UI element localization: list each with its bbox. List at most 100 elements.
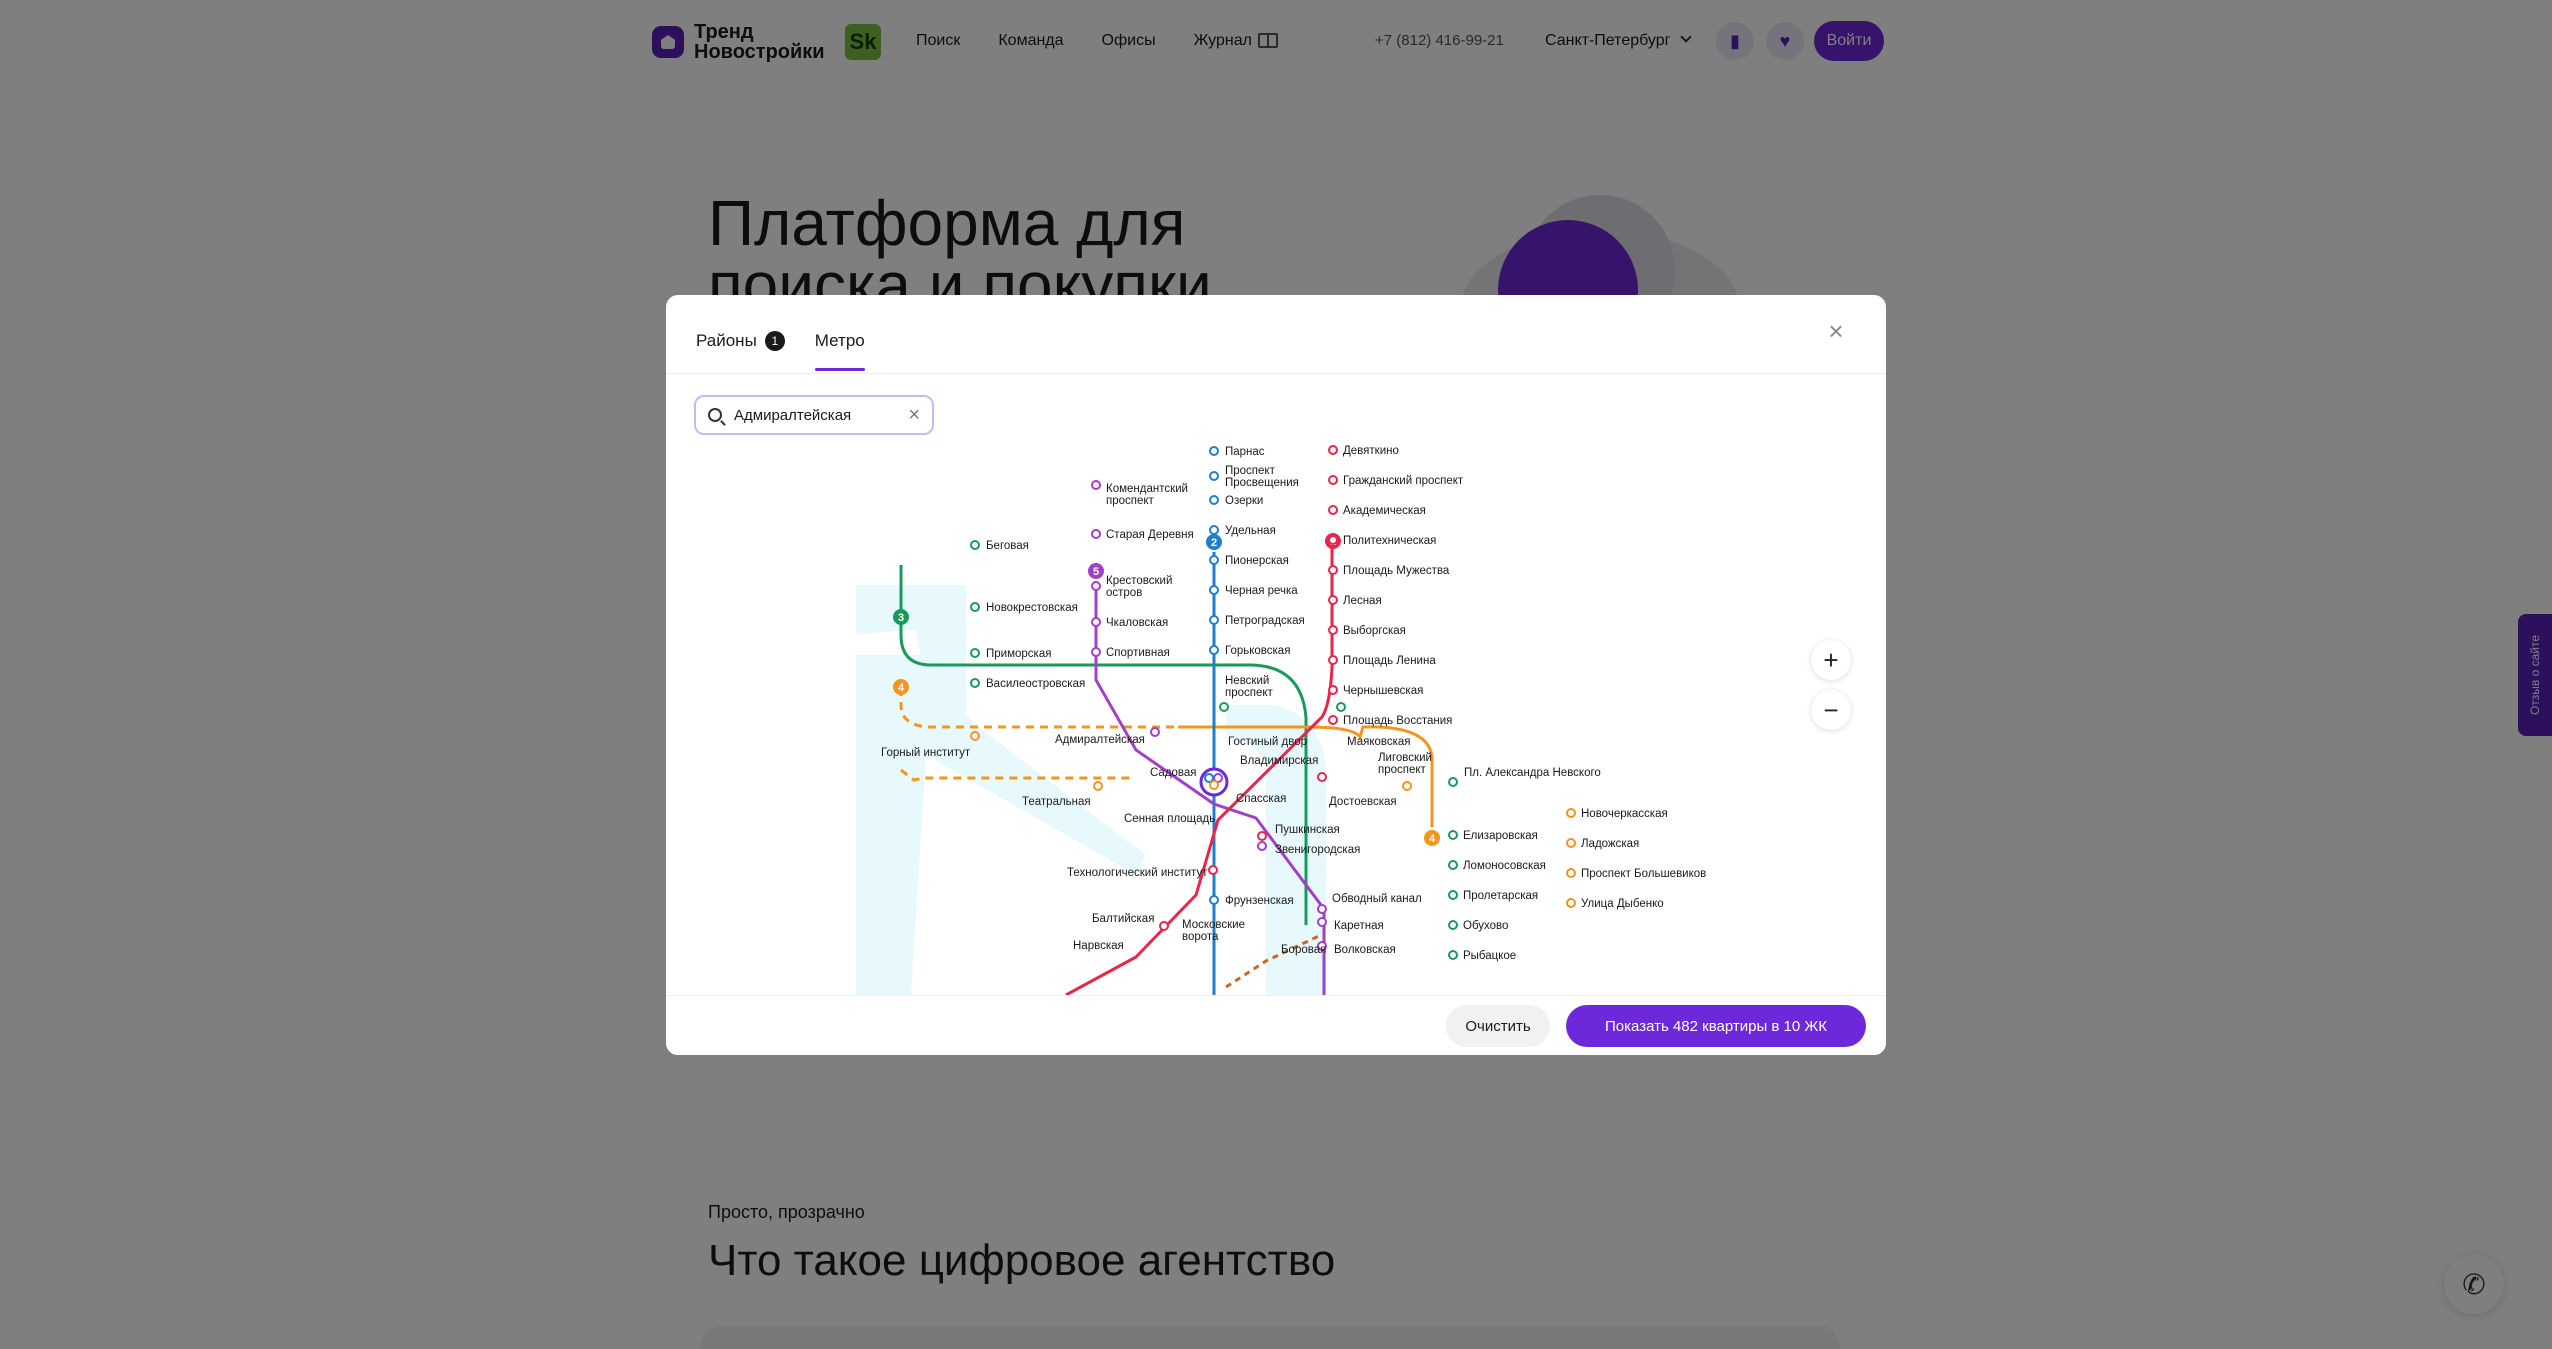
station-label[interactable]: Лиговский	[1378, 752, 1432, 764]
station-dot[interactable]	[1566, 838, 1576, 848]
station-label[interactable]: Старая Деревня	[1106, 529, 1194, 541]
metro-map[interactable]: 2 1 5 3 4 4 ПарнасПроспектПросвещенияОзе…	[666, 375, 1886, 995]
station-dot[interactable]	[1209, 446, 1219, 456]
station-label[interactable]: Петроградская	[1225, 615, 1305, 627]
station-dot[interactable]	[1219, 702, 1229, 712]
station-dot[interactable]	[1209, 645, 1219, 655]
station-label[interactable]: остров	[1106, 587, 1142, 599]
station-label[interactable]: Академическая	[1343, 505, 1426, 517]
station-label[interactable]: Девяткино	[1343, 445, 1399, 457]
close-icon[interactable]: ×	[1826, 318, 1846, 344]
station-dot[interactable]	[1209, 471, 1219, 481]
station-label[interactable]: Ломоносовская	[1463, 860, 1546, 872]
station-dot[interactable]	[1328, 445, 1338, 455]
station-dot[interactable]	[1091, 480, 1101, 490]
station-label[interactable]: Лесная	[1343, 595, 1382, 607]
metro-search-input[interactable]: Адмиралтейская	[734, 407, 908, 424]
station-dot[interactable]	[1150, 727, 1160, 737]
station-label[interactable]: Крестовский	[1106, 575, 1172, 587]
station-dot[interactable]	[1402, 781, 1412, 791]
station-dot[interactable]	[1091, 581, 1101, 591]
station-dot[interactable]	[1209, 895, 1219, 905]
station-dot[interactable]	[970, 678, 980, 688]
station-label[interactable]: Боровая	[1281, 944, 1326, 956]
station-label[interactable]: Каретная	[1334, 920, 1384, 932]
station-label[interactable]: Технологический институт	[1067, 867, 1208, 879]
station-label[interactable]: Парнас	[1225, 446, 1265, 458]
sennaya-hub-selected[interactable]	[1199, 767, 1229, 797]
tab-metro[interactable]: Метро	[814, 331, 865, 371]
station-label[interactable]: Горный институт	[881, 747, 971, 759]
clear-search-icon[interactable]: ×	[908, 404, 920, 427]
station-dot[interactable]	[1336, 702, 1346, 712]
station-label[interactable]: Черная речка	[1225, 585, 1298, 597]
station-label[interactable]: Улица Дыбенко	[1581, 898, 1664, 910]
station-dot[interactable]	[1317, 904, 1327, 914]
station-label[interactable]: проспект	[1225, 687, 1274, 699]
station-dot[interactable]	[1328, 565, 1338, 575]
station-label[interactable]: ворота	[1182, 931, 1219, 943]
station-dot[interactable]	[1159, 921, 1169, 931]
station-dot[interactable]	[1209, 555, 1219, 565]
station-label[interactable]: Новочеркасская	[1581, 808, 1668, 820]
station-label[interactable]: Обводный канал	[1332, 893, 1422, 905]
station-dot[interactable]	[1566, 898, 1576, 908]
station-label[interactable]: Выборгская	[1343, 625, 1406, 637]
station-dot[interactable]	[1448, 777, 1458, 787]
station-label[interactable]: Театральная	[1022, 796, 1091, 808]
station-dot[interactable]	[1448, 950, 1458, 960]
station-label[interactable]: Ладожская	[1581, 838, 1639, 850]
station-label[interactable]: Невский	[1225, 675, 1269, 687]
station-label[interactable]: Достоевская	[1329, 796, 1397, 808]
station-dot[interactable]	[1328, 715, 1338, 725]
station-label[interactable]: Пл. Александра Невского	[1464, 767, 1601, 779]
station-label[interactable]: Звенигородская	[1275, 844, 1360, 856]
station-dot[interactable]	[1328, 505, 1338, 515]
station-dot[interactable]	[1209, 495, 1219, 505]
station-dot[interactable]	[1448, 830, 1458, 840]
station-label[interactable]: Пушкинская	[1275, 824, 1340, 836]
station-label[interactable]: Удельная	[1225, 525, 1276, 537]
station-dot[interactable]	[1209, 585, 1219, 595]
station-label[interactable]: Елизаровская	[1463, 830, 1538, 842]
tab-districts[interactable]: Районы 1	[696, 331, 785, 371]
metro-search-field[interactable]: Адмиралтейская ×	[694, 395, 934, 435]
station-label[interactable]: Комендантский	[1106, 483, 1188, 495]
station-dot[interactable]	[1328, 625, 1338, 635]
station-label[interactable]: Проспект	[1225, 465, 1276, 477]
station-label[interactable]: Обухово	[1463, 920, 1508, 932]
station-label[interactable]: Василеостровская	[986, 678, 1085, 690]
station-dot[interactable]	[1209, 525, 1219, 535]
station-dot[interactable]	[1448, 860, 1458, 870]
station-label[interactable]: Адмиралтейская	[1055, 734, 1145, 746]
station-label[interactable]: Нарвская	[1073, 940, 1124, 952]
station-label[interactable]: Приморская	[986, 648, 1051, 660]
station-label[interactable]: Площадь Ленина	[1343, 655, 1436, 667]
station-label[interactable]: Волковская	[1334, 944, 1396, 956]
station-dot[interactable]	[1328, 475, 1338, 485]
station-label[interactable]: Пионерская	[1225, 555, 1289, 567]
station-dot[interactable]	[1093, 781, 1103, 791]
clear-button[interactable]: Очистить	[1446, 1005, 1550, 1047]
show-apartments-button[interactable]: Показать 482 квартиры в 10 ЖК	[1566, 1005, 1866, 1047]
station-dot[interactable]	[1317, 772, 1327, 782]
station-label[interactable]: Просвещения	[1225, 477, 1299, 489]
station-label[interactable]: Пролетарская	[1463, 890, 1538, 902]
station-dot[interactable]	[1091, 647, 1101, 657]
station-dot[interactable]	[1317, 917, 1327, 927]
zoom-out-button[interactable]: −	[1811, 690, 1851, 730]
station-label[interactable]: Беговая	[986, 540, 1029, 552]
station-dot[interactable]	[970, 648, 980, 658]
station-label[interactable]: Владимирская	[1240, 755, 1318, 767]
station-label[interactable]: Спасская	[1236, 793, 1286, 805]
station-label[interactable]: Рыбацкое	[1463, 950, 1516, 962]
station-label[interactable]: Сенная площадь	[1124, 813, 1215, 825]
station-dot[interactable]	[970, 731, 980, 741]
station-dot[interactable]	[1091, 617, 1101, 627]
station-label[interactable]: Гостиный двор	[1228, 736, 1307, 748]
station-label[interactable]: Площадь Восстания	[1343, 715, 1452, 727]
station-label[interactable]: Фрунзенская	[1225, 895, 1294, 907]
station-label[interactable]: Горьковская	[1225, 645, 1290, 657]
station-dot[interactable]	[1328, 655, 1338, 665]
station-label[interactable]: Балтийская	[1092, 913, 1154, 925]
